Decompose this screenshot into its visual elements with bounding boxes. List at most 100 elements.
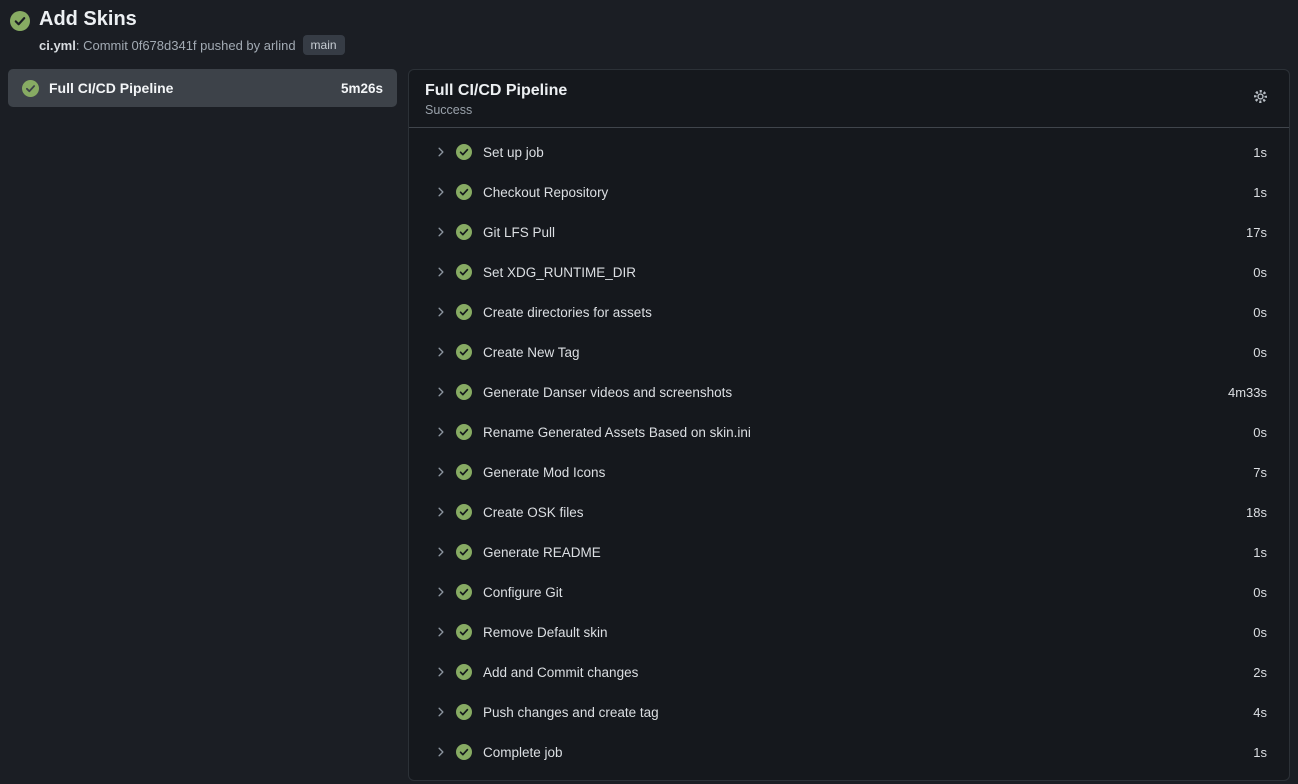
run-header: Add Skins ci.yml: Commit 0f678d341f push…: [8, 8, 1290, 55]
step-label: Create OSK files: [483, 505, 1237, 520]
success-check-icon: [456, 464, 472, 480]
chevron-right-icon[interactable]: [435, 306, 447, 318]
chevron-right-icon[interactable]: [435, 266, 447, 278]
step-row[interactable]: Git LFS Pull 17s: [409, 212, 1289, 252]
chevron-right-icon[interactable]: [435, 626, 447, 638]
step-duration: 0s: [1253, 625, 1267, 640]
chevron-right-icon[interactable]: [435, 146, 447, 158]
success-check-icon: [456, 184, 472, 200]
step-label: Generate README: [483, 545, 1244, 560]
step-label: Git LFS Pull: [483, 225, 1237, 240]
success-check-icon: [456, 624, 472, 640]
job-panel-header: Full CI/CD Pipeline Success: [409, 70, 1289, 128]
step-duration: 0s: [1253, 345, 1267, 360]
step-row[interactable]: Create New Tag 0s: [409, 332, 1289, 372]
step-label: Checkout Repository: [483, 185, 1244, 200]
job-status-text: Success: [425, 103, 567, 117]
chevron-right-icon[interactable]: [435, 586, 447, 598]
step-row[interactable]: Configure Git 0s: [409, 572, 1289, 612]
step-row[interactable]: Complete job 1s: [409, 732, 1289, 772]
actions-run-page: Add Skins ci.yml: Commit 0f678d341f push…: [0, 0, 1298, 784]
job-detail-panel: Full CI/CD Pipeline Success: [408, 69, 1290, 781]
step-row[interactable]: Remove Default skin 0s: [409, 612, 1289, 652]
step-row[interactable]: Set up job 1s: [409, 132, 1289, 172]
step-duration: 1s: [1253, 145, 1267, 160]
step-row[interactable]: Rename Generated Assets Based on skin.in…: [409, 412, 1289, 452]
job-name: Full CI/CD Pipeline: [49, 80, 331, 96]
step-duration: 17s: [1246, 225, 1267, 240]
step-duration: 2s: [1253, 665, 1267, 680]
success-check-icon: [456, 264, 472, 280]
step-row[interactable]: Generate Danser videos and screenshots 4…: [409, 372, 1289, 412]
success-check-icon: [456, 304, 472, 320]
job-duration: 5m26s: [341, 81, 383, 96]
chevron-right-icon[interactable]: [435, 506, 447, 518]
step-duration: 0s: [1253, 585, 1267, 600]
workflow-file-name: ci.yml: [39, 38, 76, 53]
step-row[interactable]: Push changes and create tag 4s: [409, 692, 1289, 732]
job-panel-title: Full CI/CD Pipeline: [425, 82, 567, 100]
chevron-right-icon[interactable]: [435, 426, 447, 438]
step-label: Push changes and create tag: [483, 705, 1244, 720]
run-content: Full CI/CD Pipeline 5m26s Full CI/CD Pip…: [8, 69, 1290, 781]
step-duration: 0s: [1253, 265, 1267, 280]
chevron-right-icon[interactable]: [435, 746, 447, 758]
success-check-icon: [456, 584, 472, 600]
step-row[interactable]: Generate Mod Icons 7s: [409, 452, 1289, 492]
step-label: Set up job: [483, 145, 1244, 160]
step-label: Remove Default skin: [483, 625, 1244, 640]
success-check-icon: [456, 744, 472, 760]
step-label: Configure Git: [483, 585, 1244, 600]
step-label: Create directories for assets: [483, 305, 1244, 320]
success-check-icon: [22, 80, 39, 97]
step-duration: 0s: [1253, 305, 1267, 320]
job-settings-button[interactable]: [1248, 84, 1273, 109]
chevron-right-icon[interactable]: [435, 386, 447, 398]
job-sidebar: Full CI/CD Pipeline 5m26s: [8, 69, 397, 107]
step-duration: 1s: [1253, 545, 1267, 560]
success-check-icon: [456, 144, 472, 160]
step-duration: 0s: [1253, 425, 1267, 440]
success-check-icon: [456, 544, 472, 560]
chevron-right-icon[interactable]: [435, 546, 447, 558]
step-row[interactable]: Add and Commit changes 2s: [409, 652, 1289, 692]
success-check-icon: [456, 384, 472, 400]
run-title: Add Skins: [39, 8, 345, 31]
step-label: Generate Danser videos and screenshots: [483, 385, 1219, 400]
chevron-right-icon[interactable]: [435, 226, 447, 238]
success-check-icon: [456, 424, 472, 440]
step-list: Set up job 1s: [409, 128, 1289, 780]
chevron-right-icon[interactable]: [435, 346, 447, 358]
success-check-icon: [456, 704, 472, 720]
success-check-icon: [456, 504, 472, 520]
step-label: Set XDG_RUNTIME_DIR: [483, 265, 1244, 280]
chevron-right-icon[interactable]: [435, 706, 447, 718]
chevron-right-icon[interactable]: [435, 186, 447, 198]
job-panel-header-text: Full CI/CD Pipeline Success: [425, 82, 567, 117]
step-label: Generate Mod Icons: [483, 465, 1244, 480]
chevron-right-icon[interactable]: [435, 466, 447, 478]
step-row[interactable]: Generate README 1s: [409, 532, 1289, 572]
job-list-item[interactable]: Full CI/CD Pipeline 5m26s: [8, 69, 397, 107]
step-label: Add and Commit changes: [483, 665, 1244, 680]
branch-badge[interactable]: main: [303, 35, 345, 55]
step-label: Rename Generated Assets Based on skin.in…: [483, 425, 1244, 440]
step-duration: 7s: [1253, 465, 1267, 480]
step-duration: 1s: [1253, 745, 1267, 760]
success-check-icon: [10, 11, 30, 36]
success-check-icon: [456, 344, 472, 360]
step-duration: 1s: [1253, 185, 1267, 200]
chevron-right-icon[interactable]: [435, 666, 447, 678]
step-row[interactable]: Checkout Repository 1s: [409, 172, 1289, 212]
step-row[interactable]: Create OSK files 18s: [409, 492, 1289, 532]
step-row[interactable]: Create directories for assets 0s: [409, 292, 1289, 332]
step-duration: 18s: [1246, 505, 1267, 520]
step-duration: 4m33s: [1228, 385, 1267, 400]
commit-line: ci.yml: Commit 0f678d341f pushed by arli…: [39, 38, 296, 53]
step-label: Create New Tag: [483, 345, 1244, 360]
step-row[interactable]: Set XDG_RUNTIME_DIR 0s: [409, 252, 1289, 292]
step-label: Complete job: [483, 745, 1244, 760]
run-subtitle: ci.yml: Commit 0f678d341f pushed by arli…: [39, 35, 345, 55]
commit-text: : Commit 0f678d341f pushed by arlind: [76, 38, 296, 53]
success-check-icon: [456, 224, 472, 240]
